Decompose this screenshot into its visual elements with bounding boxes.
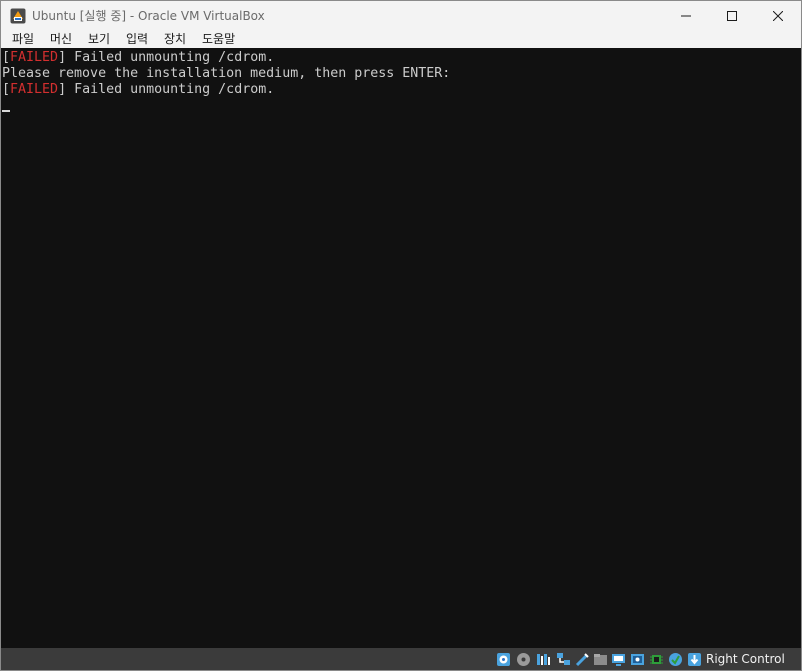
text-cursor — [2, 110, 10, 112]
console-line: [FAILED] Failed unmounting /cdrom. — [2, 50, 274, 66]
console-line: Please remove the installation medium, t… — [2, 66, 450, 82]
usb-icon[interactable] — [575, 652, 590, 667]
menu-devices[interactable]: 장치 — [164, 31, 186, 48]
optical-drive-icon[interactable] — [516, 652, 531, 667]
bracket-open: [ — [2, 82, 11, 97]
menu-input[interactable]: 입력 — [126, 31, 148, 48]
vm-console[interactable]: [FAILED] Failed unmounting /cdrom. Pleas… — [1, 48, 801, 648]
display-icon[interactable] — [611, 652, 626, 667]
status-bar: Right Control — [1, 648, 801, 670]
shared-folders-icon[interactable] — [593, 652, 608, 667]
minimize-icon — [681, 15, 691, 17]
menu-view[interactable]: 보기 — [88, 31, 110, 48]
failed-status: FAILED — [10, 50, 59, 65]
bracket-close: ] — [58, 50, 67, 65]
window-title: Ubuntu [실행 중] - Oracle VM VirtualBox — [32, 9, 265, 23]
cpu-icon[interactable] — [649, 652, 664, 667]
virtualbox-window: Ubuntu [실행 중] - Oracle VM VirtualBox 파일 … — [0, 0, 802, 671]
mouse-integration-icon[interactable] — [687, 652, 702, 667]
menu-bar: 파일 머신 보기 입력 장치 도움말 — [1, 31, 801, 48]
hard-disk-icon[interactable] — [496, 652, 511, 667]
recording-icon[interactable] — [630, 652, 645, 667]
network-icon[interactable] — [556, 652, 571, 667]
close-button[interactable] — [755, 1, 801, 31]
menu-machine[interactable]: 머신 — [50, 31, 72, 48]
console-message: Please remove the installation medium, t… — [2, 66, 451, 81]
minimize-button[interactable] — [663, 1, 709, 31]
console-message: Failed unmounting /cdrom. — [66, 50, 275, 65]
failed-status: FAILED — [10, 82, 59, 97]
guest-additions-icon[interactable] — [668, 652, 683, 667]
title-bar[interactable]: Ubuntu [실행 중] - Oracle VM VirtualBox — [1, 1, 801, 31]
host-key-label[interactable]: Right Control — [706, 648, 785, 670]
console-message: Failed unmounting /cdrom. — [66, 82, 275, 97]
maximize-icon — [727, 11, 737, 21]
bracket-open: [ — [2, 50, 11, 65]
maximize-button[interactable] — [709, 1, 755, 31]
bracket-close: ] — [58, 82, 67, 97]
console-line: [FAILED] Failed unmounting /cdrom. — [2, 82, 274, 98]
menu-file[interactable]: 파일 — [12, 31, 34, 48]
audio-icon[interactable] — [536, 652, 551, 667]
menu-help[interactable]: 도움말 — [202, 31, 235, 48]
close-icon — [773, 11, 783, 21]
virtualbox-app-icon — [10, 8, 26, 24]
